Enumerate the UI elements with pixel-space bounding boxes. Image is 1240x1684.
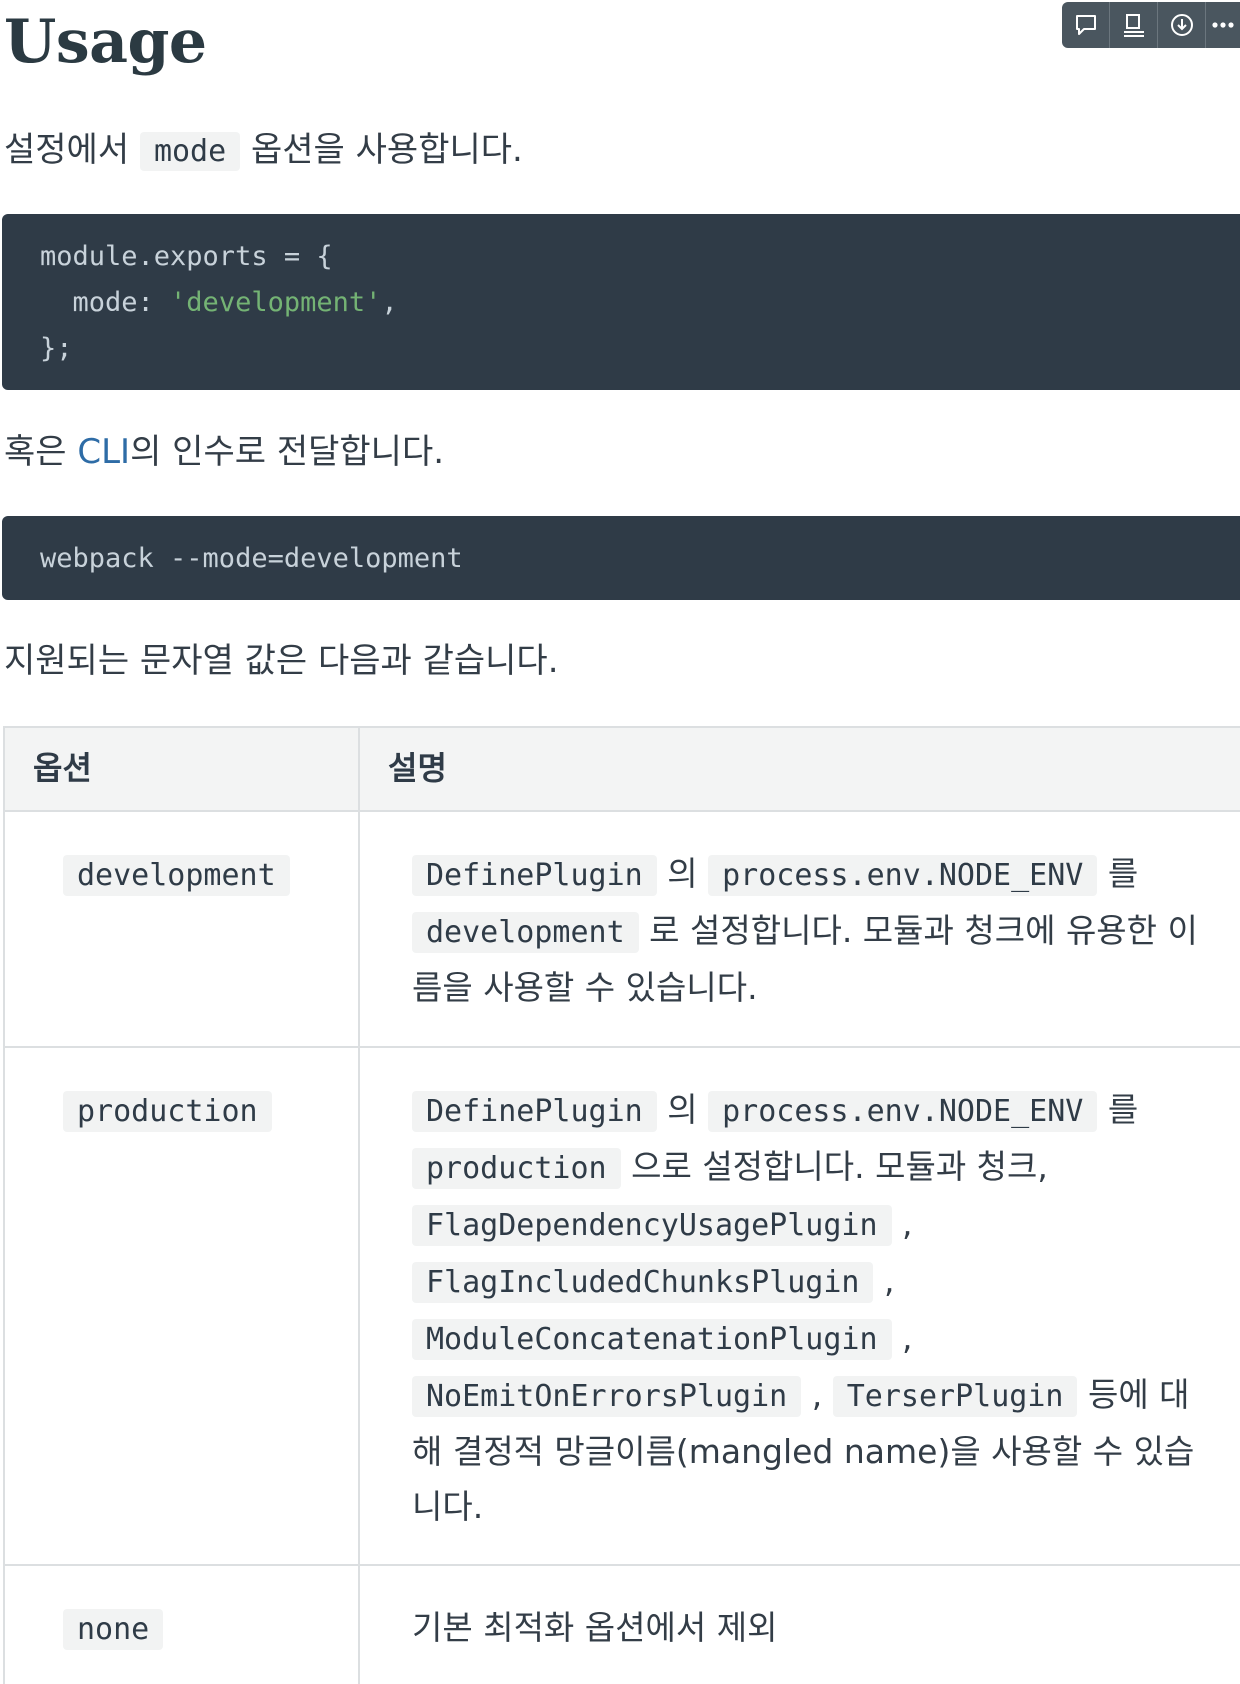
desc-code: TerserPlugin xyxy=(832,1376,1078,1417)
header-option: 옵션 xyxy=(3,726,360,812)
table-row: development DefinePlugin 의 process.env.N… xyxy=(3,810,1240,1048)
desc-code: FlagIncludedChunksPlugin xyxy=(412,1262,874,1303)
desc-code: process.env.NODE_ENV xyxy=(708,1091,1098,1132)
desc-text: 으로 설정합니다. 모듈과 청크, xyxy=(620,1147,1048,1186)
desc-text: 의 xyxy=(656,854,709,893)
download-icon xyxy=(1170,14,1193,36)
desc-text: , xyxy=(801,1375,833,1414)
desc-text: 를 xyxy=(1097,1090,1139,1129)
option-cell: none xyxy=(3,1564,360,1684)
desc-code: production xyxy=(412,1148,621,1189)
outline-icon xyxy=(1123,14,1144,37)
table-row: production DefinePlugin 의 process.env.NO… xyxy=(3,1046,1240,1566)
cli-code-line: webpack --mode=development xyxy=(40,543,463,574)
cli-code-block: webpack --mode=development xyxy=(2,516,1240,600)
comment-icon xyxy=(1075,15,1096,35)
code-line-2-end: , xyxy=(381,287,398,318)
code-line-2: mode: 'development', xyxy=(40,280,1202,326)
cli-text-after: 의 인수로 전달합니다. xyxy=(130,432,445,472)
desc-code: FlagDependencyUsagePlugin xyxy=(412,1205,892,1246)
comment-button[interactable] xyxy=(1062,2,1110,48)
config-code-block: module.exports = { mode: 'development',}… xyxy=(2,214,1240,390)
mode-inline-code: mode xyxy=(139,132,241,171)
desc-code: ModuleConcatenationPlugin xyxy=(412,1319,892,1360)
description-cell: 기본 최적화 옵션에서 제외 xyxy=(358,1564,1240,1684)
desc-code: development xyxy=(412,912,639,953)
table-row: none 기본 최적화 옵션에서 제외 xyxy=(3,1564,1240,1684)
desc-text: , xyxy=(873,1261,895,1300)
desc-text: 를 xyxy=(1097,854,1139,893)
more-button[interactable] xyxy=(1206,2,1240,48)
desc-code: process.env.NODE_ENV xyxy=(708,855,1098,896)
description-cell: DefinePlugin 의 process.env.NODE_ENV 를 de… xyxy=(358,810,1240,1048)
more-icon xyxy=(1212,22,1234,28)
intro-text-before: 설정에서 xyxy=(4,130,130,170)
header-description: 설명 xyxy=(358,726,1240,812)
desc-code: DefinePlugin xyxy=(412,855,657,896)
cli-text-before: 혹은 xyxy=(4,432,78,472)
option-code: none xyxy=(63,1609,164,1650)
option-cell: development xyxy=(3,810,360,1048)
code-line-1: module.exports = { xyxy=(40,241,333,272)
description-cell: DefinePlugin 의 process.env.NODE_ENV 를 pr… xyxy=(358,1046,1240,1566)
desc-text: , xyxy=(891,1204,913,1243)
page-toolbar xyxy=(1062,2,1240,48)
code-line-3: }; xyxy=(40,333,73,364)
desc-text: , xyxy=(891,1318,913,1357)
code-mode-key: mode: xyxy=(40,287,171,318)
option-code: development xyxy=(63,855,290,896)
code-mode-value: 'development' xyxy=(170,287,382,318)
desc-code: NoEmitOnErrorsPlugin xyxy=(412,1376,802,1417)
option-cell: production xyxy=(3,1046,360,1566)
desc-code: DefinePlugin xyxy=(412,1091,657,1132)
cli-paragraph: 혹은 CLI의 인수로 전달합니다. xyxy=(4,428,444,476)
intro-text-after: 옵션을 사용합니다. xyxy=(251,130,523,170)
docs-page: Usage 설정에서 mode 옵션을 사용합니다. module.export… xyxy=(0,0,1240,1684)
desc-text: 기본 최적화 옵션에서 제외 xyxy=(412,1608,778,1647)
cli-link[interactable]: CLI xyxy=(77,432,130,472)
download-button[interactable] xyxy=(1158,2,1206,48)
page-title: Usage xyxy=(4,7,207,77)
desc-text: 의 xyxy=(656,1090,709,1129)
intro-paragraph: 설정에서 mode 옵션을 사용합니다. xyxy=(4,126,523,176)
option-code: production xyxy=(63,1091,272,1132)
supported-paragraph: 지원되는 문자열 값은 다음과 같습니다. xyxy=(4,641,559,681)
table-header-row: 옵션 설명 xyxy=(3,726,1240,812)
modes-table: 옵션 설명 development DefinePlugin 의 process… xyxy=(3,726,1240,1684)
outline-button[interactable] xyxy=(1110,2,1158,48)
